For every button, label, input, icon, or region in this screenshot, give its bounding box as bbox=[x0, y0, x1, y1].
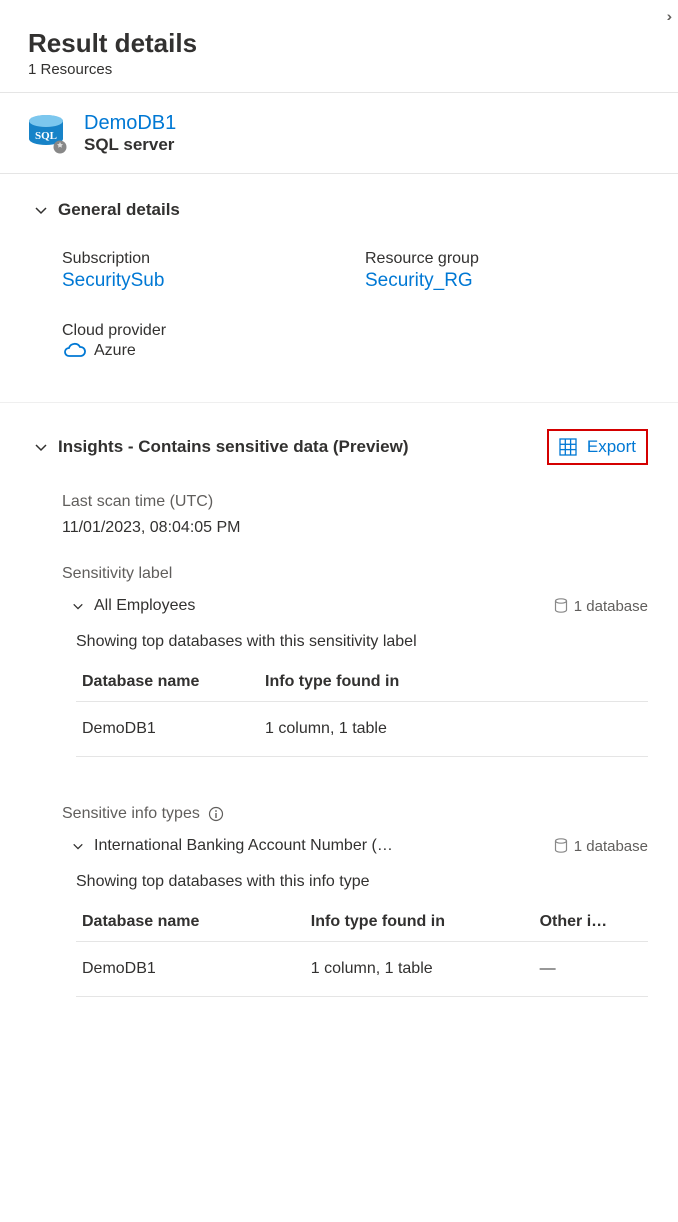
last-scan-value: 11/01/2023, 08:04:05 PM bbox=[62, 519, 648, 537]
col-database-name[interactable]: Database name bbox=[76, 663, 259, 702]
section-title-insights: Insights - Contains sensitive data (Prev… bbox=[58, 437, 408, 457]
page-subtitle: 1 Resources bbox=[28, 61, 650, 78]
chevron-down-icon bbox=[72, 840, 84, 852]
svg-text:SQL: SQL bbox=[35, 130, 57, 142]
general-details-grid: Subscription SecuritySub Resource group … bbox=[34, 220, 648, 388]
col-database-name[interactable]: Database name bbox=[76, 903, 305, 942]
info-type-table: Database name Info type found in Other i… bbox=[76, 903, 648, 997]
cell-db-name: DemoDB1 bbox=[76, 702, 259, 757]
cell-other: — bbox=[534, 942, 648, 997]
panel-header: Result details 1 Resources bbox=[0, 24, 678, 92]
export-button[interactable]: Export bbox=[547, 429, 648, 465]
cell-info-found: 1 column, 1 table bbox=[305, 942, 534, 997]
resource-group-link[interactable]: Security_RG bbox=[365, 270, 648, 292]
col-info-type-found[interactable]: Info type found in bbox=[259, 663, 648, 702]
chevron-down-icon bbox=[34, 203, 48, 217]
cloud-provider-label: Cloud provider bbox=[62, 322, 345, 340]
section-title-general: General details bbox=[58, 200, 180, 220]
field-resource-group: Resource group Security_RG bbox=[365, 250, 648, 292]
section-insights: Insights - Contains sensitive data (Prev… bbox=[0, 403, 678, 1011]
chevron-down-icon bbox=[34, 440, 48, 454]
info-type-count: 1 database bbox=[554, 838, 648, 855]
resource-type-label: SQL server bbox=[84, 135, 176, 155]
info-icon[interactable] bbox=[208, 806, 224, 822]
info-type-group: International Banking Account Number (… … bbox=[62, 837, 648, 997]
col-other[interactable]: Other i… bbox=[534, 903, 648, 942]
database-icon bbox=[554, 838, 568, 854]
database-icon bbox=[554, 598, 568, 614]
resource-group-label: Resource group bbox=[365, 250, 648, 268]
result-details-panel: ›› Result details 1 Resources SQL DemoDB… bbox=[0, 0, 678, 1011]
resource-summary: SQL DemoDB1 SQL server bbox=[0, 93, 678, 174]
section-toggle-general[interactable]: General details bbox=[34, 200, 648, 220]
last-scan-label: Last scan time (UTC) bbox=[62, 493, 648, 511]
sensitivity-group-toggle[interactable]: All Employees 1 database bbox=[62, 597, 648, 615]
resource-name-link[interactable]: DemoDB1 bbox=[84, 112, 176, 135]
sensitivity-count: 1 database bbox=[554, 598, 648, 615]
sensitivity-label-heading: Sensitivity label bbox=[62, 565, 648, 583]
grid-icon bbox=[559, 438, 577, 456]
cloud-provider-value: Azure bbox=[94, 342, 136, 360]
table-row[interactable]: DemoDB1 1 column, 1 table bbox=[76, 702, 648, 757]
info-types-heading-row: Sensitive info types bbox=[62, 805, 648, 823]
sensitivity-label-group: Sensitivity label All Employees 1 databa… bbox=[62, 565, 648, 757]
info-type-subhead: Showing top databases with this info typ… bbox=[76, 873, 648, 891]
section-toggle-insights[interactable]: Insights - Contains sensitive data (Prev… bbox=[34, 437, 408, 457]
col-info-type-found[interactable]: Info type found in bbox=[305, 903, 534, 942]
page-title: Result details bbox=[28, 28, 650, 59]
sensitivity-table: Database name Info type found in DemoDB1… bbox=[76, 663, 648, 757]
sql-server-icon: SQL bbox=[24, 111, 68, 155]
sensitivity-group-name: All Employees bbox=[94, 597, 195, 615]
export-label: Export bbox=[587, 437, 636, 457]
cell-db-name: DemoDB1 bbox=[76, 942, 305, 997]
panel-topbar: ›› bbox=[0, 0, 678, 24]
info-types-heading: Sensitive info types bbox=[62, 805, 200, 823]
field-cloud-provider: Cloud provider Azure bbox=[62, 322, 345, 360]
chevron-down-icon bbox=[72, 600, 84, 612]
cell-info-found: 1 column, 1 table bbox=[259, 702, 648, 757]
info-type-group-toggle[interactable]: International Banking Account Number (… … bbox=[62, 837, 648, 855]
subscription-link[interactable]: SecuritySub bbox=[62, 270, 345, 292]
section-general-details: General details Subscription SecuritySub… bbox=[0, 174, 678, 403]
collapse-right-icon[interactable]: ›› bbox=[667, 8, 668, 24]
sensitivity-subhead: Showing top databases with this sensitiv… bbox=[76, 633, 648, 651]
table-row[interactable]: DemoDB1 1 column, 1 table — bbox=[76, 942, 648, 997]
insights-body: Last scan time (UTC) 11/01/2023, 08:04:0… bbox=[34, 465, 648, 997]
info-type-group-name: International Banking Account Number (… bbox=[94, 837, 393, 855]
subscription-label: Subscription bbox=[62, 250, 345, 268]
field-subscription: Subscription SecuritySub bbox=[62, 250, 345, 292]
cloud-icon bbox=[62, 342, 86, 360]
